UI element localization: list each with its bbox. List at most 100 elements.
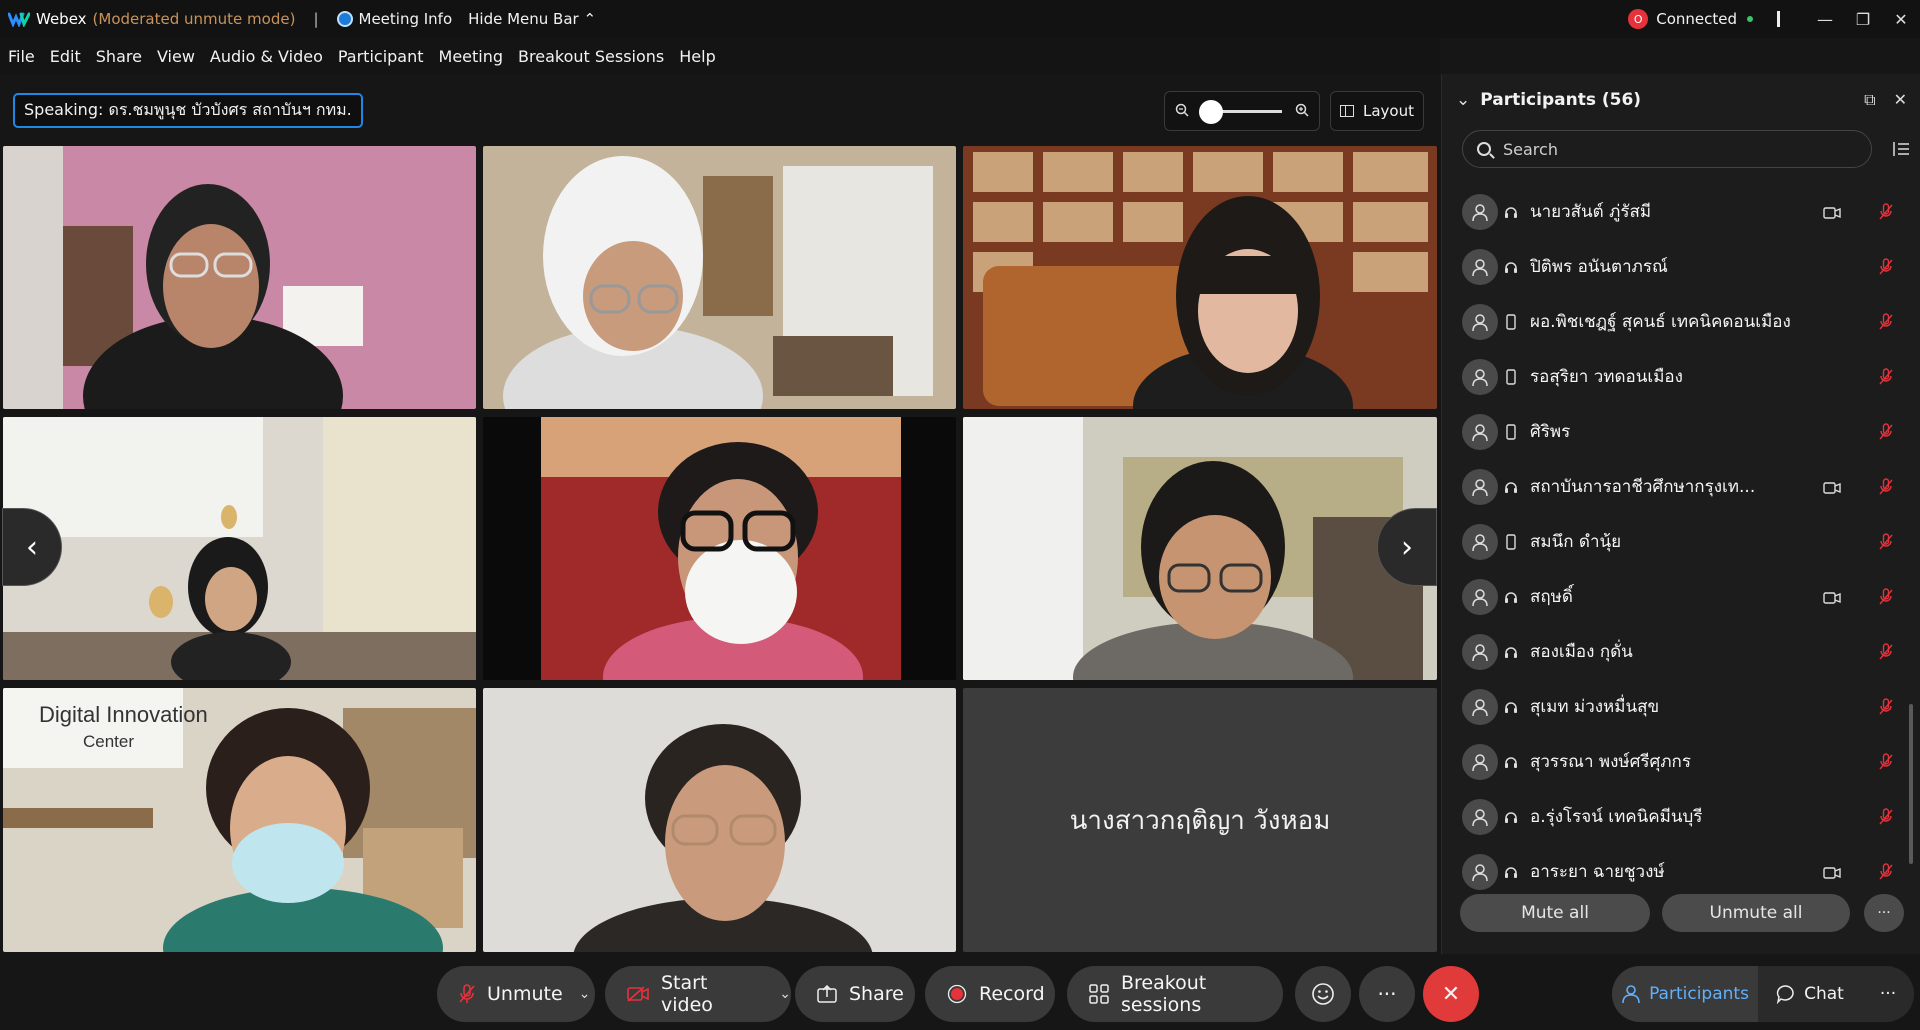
collapse-chevron-icon[interactable]: ⌄ (1456, 90, 1470, 110)
video-tile[interactable] (483, 146, 956, 409)
phone-icon (1504, 313, 1518, 330)
layout-button[interactable]: Layout (1330, 91, 1424, 131)
more-panels-icon[interactable]: ··· (1862, 966, 1914, 1022)
muted-mic-icon[interactable] (1879, 642, 1893, 661)
reactions-button[interactable] (1295, 966, 1351, 1022)
participant-row[interactable]: สองเมือง กุดั่น (1442, 624, 1902, 679)
chat-toggle-button[interactable]: Chat (1762, 966, 1858, 1022)
chevron-down-icon[interactable]: ⌄ (579, 986, 591, 1002)
muted-mic-icon[interactable] (1879, 862, 1893, 881)
share-button[interactable]: Share (795, 966, 915, 1022)
sort-list-icon[interactable] (1892, 140, 1910, 158)
pop-out-icon[interactable]: ⧉ (1864, 90, 1875, 110)
leave-meeting-button[interactable]: ✕ (1423, 966, 1479, 1022)
headset-icon (1504, 754, 1518, 770)
person-icon (1472, 368, 1488, 386)
video-tile[interactable] (483, 417, 956, 680)
chat-bubble-icon (1776, 985, 1794, 1004)
participants-scrollbar[interactable] (1909, 704, 1913, 864)
participant-name: รอสุริยา วทดอนเมือง (1530, 367, 1683, 387)
participant-row[interactable]: สุวรรณา พงษ์ศรีศุภกร (1442, 734, 1902, 789)
camera-icon (1823, 480, 1841, 494)
participant-row[interactable]: อ.รุ่งโรจน์ เทคนิคมีนบุรี (1442, 789, 1902, 844)
meeting-controls-toolbar: Unmute ⌄ Start video ⌄ Share Record Brea… (0, 960, 1920, 1030)
close-panel-icon[interactable]: ✕ (1894, 90, 1907, 110)
restore-icon[interactable]: ❐ (1844, 10, 1882, 29)
video-tile[interactable]: Digital Innovation Center (3, 688, 476, 952)
muted-mic-icon[interactable] (1879, 752, 1893, 771)
muted-mic-icon[interactable] (1879, 367, 1893, 386)
person-icon (1472, 258, 1488, 276)
participant-row[interactable]: สมนึก ดำนุ้ย (1442, 514, 1902, 569)
share-label: Share (849, 983, 904, 1005)
unmute-all-button[interactable]: Unmute all (1662, 894, 1850, 932)
participant-row[interactable]: ศิริพร (1442, 404, 1902, 459)
muted-mic-icon[interactable] (1879, 257, 1893, 276)
layout-label: Layout (1363, 102, 1414, 120)
more-options-button[interactable]: ··· (1359, 966, 1415, 1022)
participant-row[interactable]: อาระยา ฉายชูวงษ์ (1442, 844, 1902, 899)
participant-row[interactable]: รอสุริยา วทดอนเมือง (1442, 349, 1902, 404)
hide-menu-bar-button[interactable]: Hide Menu Bar ⌃ (468, 10, 596, 28)
chevron-down-icon[interactable]: ⌄ (779, 986, 791, 1002)
minimize-icon[interactable]: — (1806, 10, 1844, 29)
phone-icon (1504, 533, 1518, 550)
participant-row[interactable]: ผอ.พิชเชฎฐ์ สุคนธ์ เทคนิคดอนเมือง (1442, 294, 1902, 349)
menu-view[interactable]: View (157, 47, 195, 66)
participant-row[interactable]: นายวสันต์ ภู่รัสมี (1442, 184, 1902, 239)
zoom-slider-knob[interactable] (1199, 99, 1223, 124)
participant-name: อ.รุ่งโรจน์ เทคนิคมีนบุรี (1530, 807, 1703, 827)
video-tile[interactable] (483, 688, 956, 952)
record-button[interactable]: Record (925, 966, 1055, 1022)
zoom-slider[interactable] (1199, 99, 1282, 124)
muted-mic-icon[interactable] (1879, 422, 1893, 441)
breakout-sessions-button[interactable]: Breakout sessions (1067, 966, 1283, 1022)
muted-mic-icon[interactable] (1879, 807, 1893, 826)
more-options-icon[interactable]: ··· (1864, 894, 1904, 932)
muted-mic-icon[interactable] (1879, 202, 1893, 221)
menu-edit[interactable]: Edit (50, 47, 81, 66)
muted-mic-icon[interactable] (1879, 587, 1893, 606)
avatar (1462, 193, 1498, 230)
menu-breakout-sessions[interactable]: Breakout Sessions (518, 47, 664, 66)
menu-help[interactable]: Help (679, 47, 715, 66)
headset-icon (1504, 864, 1518, 880)
participant-row[interactable]: สฤษดิ์ (1442, 569, 1902, 624)
panel-header-actions: ⧉ ✕ (1864, 90, 1907, 110)
close-icon: ✕ (1441, 981, 1461, 1007)
menu-participant[interactable]: Participant (338, 47, 424, 66)
muted-mic-icon[interactable] (1879, 697, 1893, 716)
muted-mic-icon[interactable] (1879, 532, 1893, 551)
video-tile[interactable] (963, 417, 1437, 680)
unmute-button[interactable]: Unmute ⌄ (437, 966, 595, 1022)
video-tile-name-only[interactable]: นางสาวกฤติญา วังหอม (963, 688, 1437, 952)
participants-search-input[interactable]: Search (1462, 130, 1872, 168)
close-window-icon[interactable]: ✕ (1882, 10, 1920, 29)
video-tile[interactable] (3, 146, 476, 409)
title-bar-right: O Connected — ❐ ✕ (1628, 0, 1920, 38)
participant-row[interactable]: ปิติพร อนันตาภรณ์ (1442, 239, 1902, 294)
menu-meeting[interactable]: Meeting (439, 47, 504, 66)
muted-mic-icon[interactable] (1879, 312, 1893, 331)
video-tile[interactable] (3, 417, 476, 680)
meeting-info-button[interactable]: Meeting Info (359, 10, 453, 28)
participant-video-feed (963, 417, 1437, 680)
connection-status: Connected (1656, 10, 1737, 28)
chevron-right-icon: › (1401, 529, 1413, 565)
zoom-in-icon[interactable] (1295, 102, 1309, 121)
menu-audio-video[interactable]: Audio & Video (210, 47, 323, 66)
zoom-out-icon[interactable] (1175, 102, 1189, 121)
menu-share[interactable]: Share (96, 47, 142, 66)
mute-all-button[interactable]: Mute all (1460, 894, 1650, 932)
start-video-button[interactable]: Start video ⌄ (605, 966, 791, 1022)
participant-row[interactable]: สถาบันการอาชีวศึกษากรุงเท... (1442, 459, 1902, 514)
record-icon (947, 984, 967, 1004)
avatar (1462, 413, 1498, 450)
muted-mic-icon[interactable] (1879, 477, 1893, 496)
muted-mic-icon (459, 984, 475, 1004)
menu-file[interactable]: File (8, 47, 35, 66)
participants-toggle-button[interactable]: Participants (1612, 966, 1758, 1022)
participant-row[interactable]: สุเมท ม่วงหมื่นสุข (1442, 679, 1902, 734)
video-tile[interactable] (963, 146, 1437, 409)
avatar (1462, 798, 1498, 835)
